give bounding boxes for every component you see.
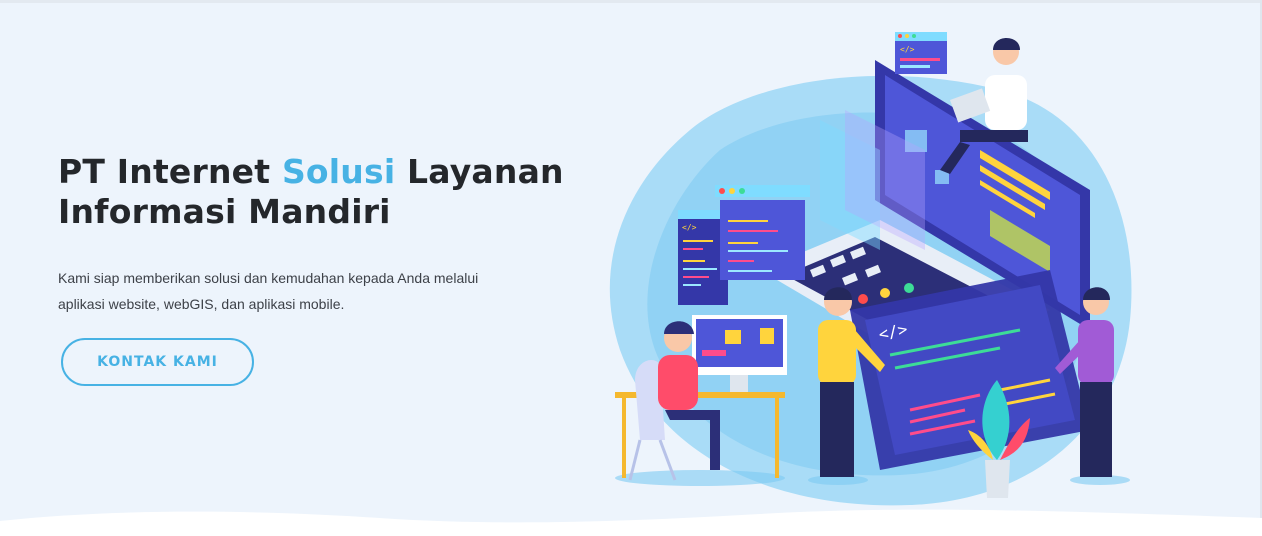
top-code-window: </> (895, 32, 947, 74)
hero-subtitle: Kami siap memberikan solusi dan kemudaha… (58, 270, 479, 312)
contact-button[interactable]: KONTAK KAMI (61, 338, 254, 386)
hero-title-suffix: Layanan (395, 152, 564, 191)
hero-title: PT Internet Solusi Layanan Informasi Man… (58, 152, 578, 232)
hero-title-line2: Informasi Mandiri (58, 192, 391, 231)
hero-title-accent: Solusi (281, 152, 396, 191)
hero-title-prefix: PT Internet (58, 152, 282, 191)
bottom-wave (0, 509, 1262, 536)
top-divider (0, 0, 1262, 3)
svg-text:</>: </> (682, 223, 697, 232)
hero-section: PT Internet Solusi Layanan Informasi Man… (58, 152, 578, 317)
svg-text:</>: </> (900, 45, 915, 54)
hero-illustration: </> </> </> (609, 32, 1132, 506)
